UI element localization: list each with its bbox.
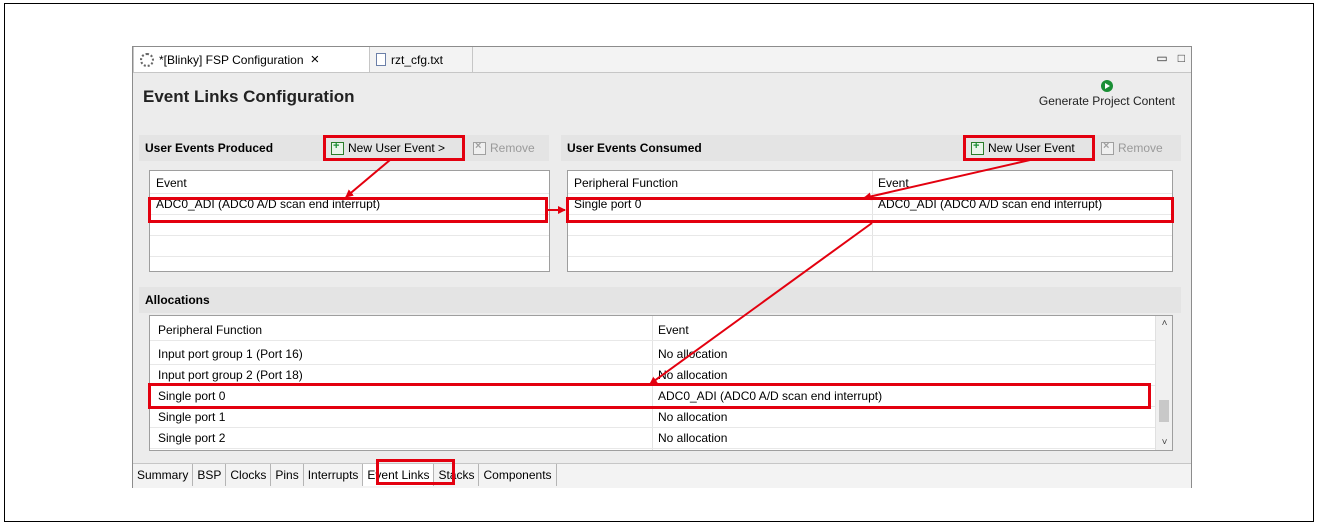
generate-label: Generate Project Content	[1038, 94, 1175, 108]
tab-label: rzt_cfg.txt	[391, 52, 444, 67]
allocations-scrollbar[interactable]: ˄ ˅	[1155, 316, 1172, 450]
remove-produced-button[interactable]: Remove	[469, 137, 539, 159]
peripheral-function-cell: Single port 1	[158, 410, 226, 424]
highlight-allocation-row	[148, 383, 1151, 409]
empty-row	[568, 236, 1172, 257]
button-label: Remove	[490, 141, 535, 155]
column-header-event: Event	[156, 176, 187, 190]
table-row[interactable]: Single port 1 No allocation	[150, 407, 1156, 428]
highlight-new-user-event-produced	[323, 135, 465, 161]
generate-project-content-button[interactable]: Generate Project Content	[1039, 80, 1175, 108]
minimize-icon[interactable]: ▭	[1156, 51, 1167, 65]
tab-bsp[interactable]: BSP	[193, 464, 227, 486]
editor-tab-bar: *[Blinky] FSP Configuration × rzt_cfg.tx…	[133, 47, 1191, 73]
produced-title: User Events Produced	[145, 141, 274, 155]
event-cell: No allocation	[658, 431, 728, 445]
column-header-event: Event	[878, 176, 909, 190]
tab-pins[interactable]: Pins	[271, 464, 304, 486]
play-icon	[1100, 80, 1113, 92]
scroll-up-icon[interactable]: ˄	[1156, 318, 1172, 329]
tab-fsp-configuration[interactable]: *[Blinky] FSP Configuration ×	[133, 47, 370, 72]
highlight-consumed-row	[566, 197, 1174, 223]
consumed-title: User Events Consumed	[567, 141, 702, 155]
close-icon[interactable]: ×	[311, 51, 320, 68]
text-file-icon	[376, 53, 386, 66]
table-row[interactable]: Input port group 1 (Port 16) No allocati…	[150, 344, 1156, 365]
table-header-row: Event	[150, 173, 549, 194]
highlight-produced-row	[148, 197, 548, 223]
peripheral-function-cell: Input port group 1 (Port 16)	[158, 347, 303, 361]
gear-icon	[140, 52, 154, 67]
column-header-peripheral-function: Peripheral Function	[574, 176, 679, 190]
fsp-configuration-window: *[Blinky] FSP Configuration × rzt_cfg.tx…	[132, 46, 1192, 488]
table-header-row: Peripheral Function Event	[568, 173, 1172, 194]
scrollbar-thumb[interactable]	[1159, 400, 1169, 422]
scroll-down-icon[interactable]: ˅	[1156, 437, 1172, 448]
column-header-peripheral-function: Peripheral Function	[158, 323, 263, 337]
allocations-section-header: Allocations	[139, 287, 1181, 313]
event-cell: No allocation	[658, 410, 728, 424]
window-controls: ▭ □	[1156, 51, 1185, 65]
peripheral-function-cell: Single port 2	[158, 431, 226, 445]
tab-label: *[Blinky] FSP Configuration	[159, 52, 304, 67]
table-row[interactable]: Single port 2 No allocation	[150, 428, 1156, 449]
remove-icon	[1101, 140, 1114, 155]
tab-components[interactable]: Components	[479, 464, 557, 486]
page-title: Event Links Configuration	[143, 87, 355, 106]
maximize-icon[interactable]: □	[1178, 51, 1185, 65]
highlight-event-links-tab	[376, 459, 455, 485]
column-header-event: Event	[658, 323, 689, 337]
tab-summary[interactable]: Summary	[133, 464, 194, 486]
remove-icon	[473, 140, 486, 155]
page-header: Event Links Configuration Generate Proje…	[133, 73, 1191, 121]
allocations-title: Allocations	[145, 293, 210, 307]
button-label: Remove	[1118, 141, 1163, 155]
table-header-row: Peripheral Function Event	[150, 320, 1156, 341]
tab-rzt-cfg[interactable]: rzt_cfg.txt	[370, 47, 473, 72]
tab-interrupts[interactable]: Interrupts	[303, 464, 364, 486]
highlight-new-user-event-consumed	[963, 135, 1095, 161]
event-cell: No allocation	[658, 347, 728, 361]
tab-clocks[interactable]: Clocks	[226, 464, 272, 486]
empty-row	[150, 236, 549, 257]
editor-bottom-tabs: Summary BSP Clocks Pins Interrupts Event…	[133, 463, 1191, 488]
remove-consumed-button[interactable]: Remove	[1097, 137, 1167, 159]
